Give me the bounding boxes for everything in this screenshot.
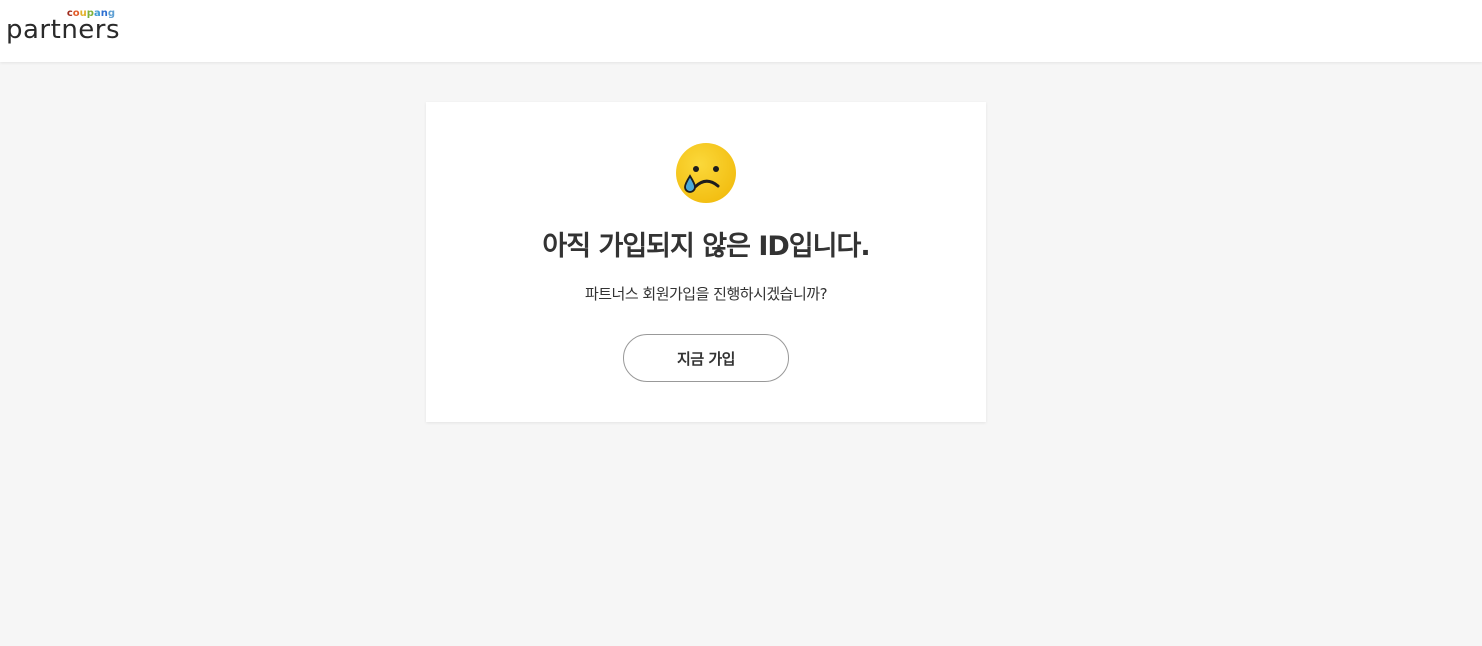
page-title: 아직 가입되지 않은 ID입니다. [542, 231, 870, 262]
header: coupang partners [0, 0, 1482, 62]
not-registered-card: 아직 가입되지 않은 ID입니다. 파트너스 회원가입을 진행하시겠습니까? 지… [426, 102, 986, 422]
signup-now-button[interactable]: 지금 가입 [623, 334, 789, 382]
crying-face-icon [675, 142, 737, 204]
coupang-partners-logo[interactable]: coupang partners [6, 8, 126, 48]
signup-prompt-text: 파트너스 회원가입을 진행하시겠습니까? [584, 285, 828, 303]
logo-partners-text: partners [6, 15, 121, 45]
